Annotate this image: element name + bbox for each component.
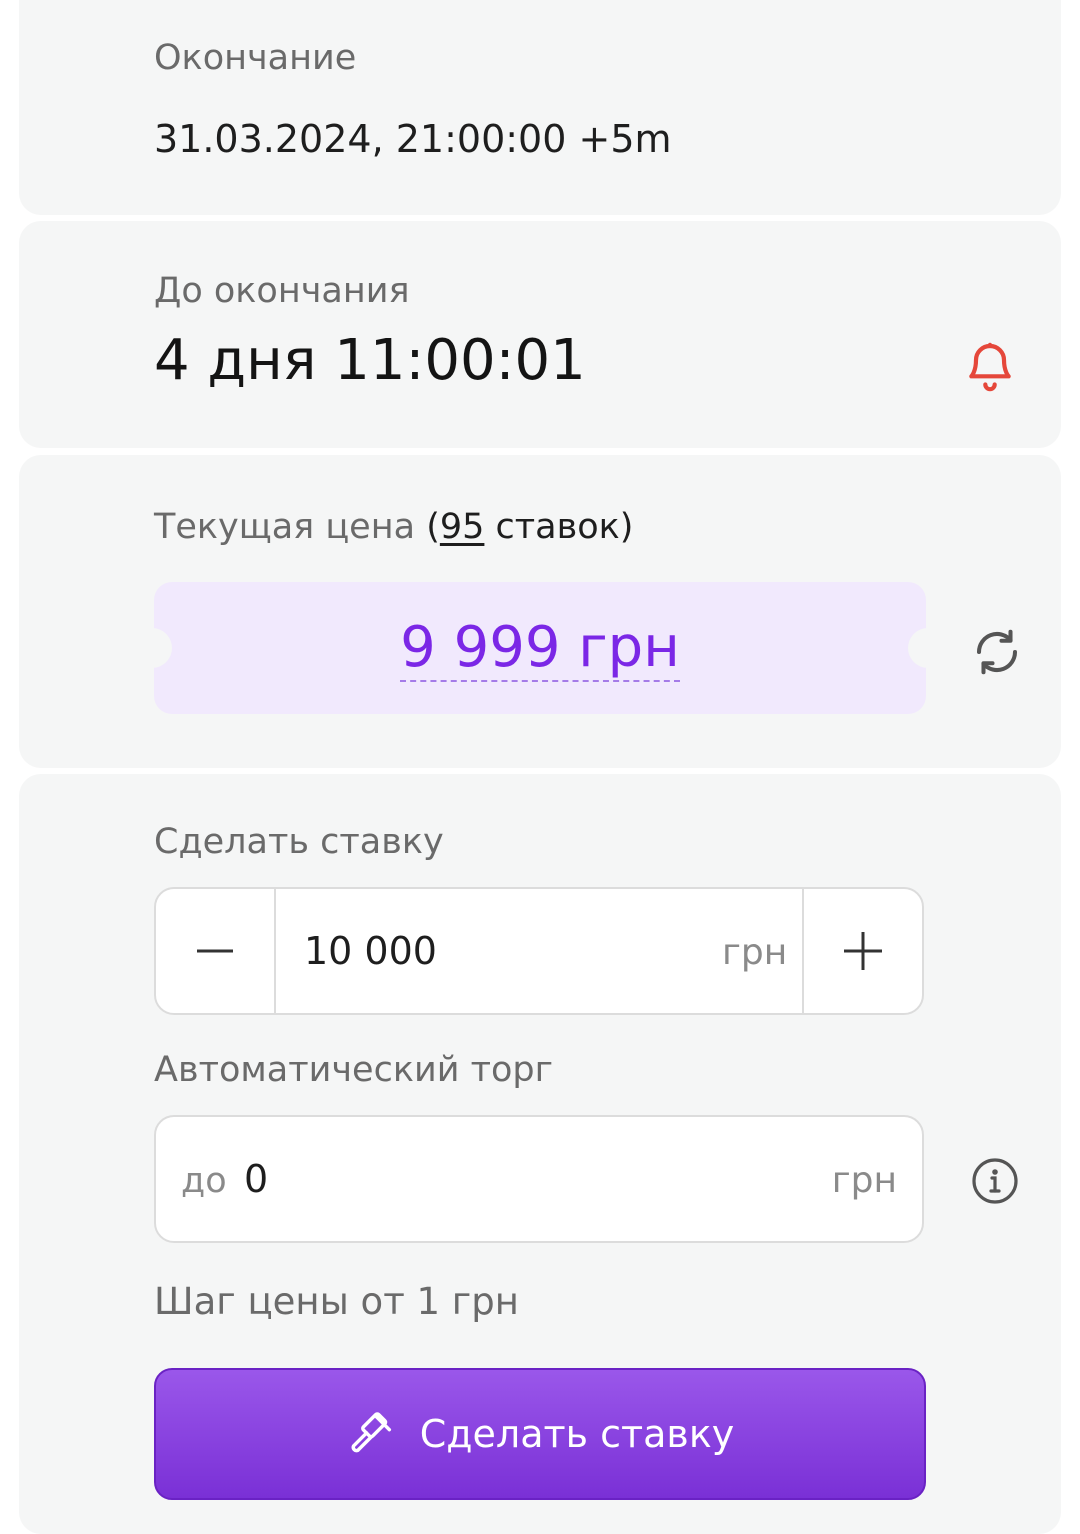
auto-bid-input[interactable]: 0 [244, 1157, 268, 1201]
current-price-card: Текущая цена (95 ставок) 9 999 грн [19, 455, 1061, 768]
bell-icon[interactable] [962, 339, 1018, 395]
end-time-value: 31.03.2024, 21:00:00 +5m [154, 117, 672, 161]
bid-card: Сделать ставку 10 000 грн Автоматический… [19, 774, 1061, 1534]
auto-bid-prefix: до [181, 1161, 227, 1201]
auto-bid-field[interactable]: до 0 грн [154, 1115, 924, 1243]
bids-suffix: ставок) [484, 507, 634, 547]
refresh-icon[interactable] [970, 625, 1024, 679]
bid-amount-unit: грн [722, 932, 788, 973]
auto-bid-label: Автоматический торг [154, 1050, 553, 1090]
bids-count: 95 [439, 507, 485, 547]
auto-bid-unit: грн [831, 1160, 897, 1201]
current-price-title: Текущая цена [154, 507, 416, 547]
end-time-label: Окончание [154, 38, 357, 78]
current-price-label: Текущая цена (95 ставок) [154, 507, 633, 547]
minus-icon [197, 949, 233, 953]
decrement-button[interactable] [156, 889, 276, 1013]
bids-count-link[interactable]: (95 ставок) [426, 507, 633, 547]
current-price-value[interactable]: 9 999 грн [154, 615, 926, 682]
bid-amount-input[interactable]: 10 000 [304, 929, 437, 973]
bids-open-paren: ( [426, 507, 440, 547]
increment-button[interactable] [802, 889, 922, 1013]
price-ticket: 9 999 грн [132, 582, 948, 714]
gavel-icon [351, 1412, 391, 1453]
info-icon[interactable] [971, 1157, 1019, 1205]
bid-amount-stepper: 10 000 грн [154, 887, 924, 1015]
countdown-card: До окончания 4 дня 11:00:01 [19, 221, 1061, 448]
countdown-label: До окончания [154, 271, 410, 311]
price-step-text: Шаг цены от 1 грн [154, 1280, 519, 1323]
end-time-card: Окончание 31.03.2024, 21:00:00 +5m [19, 0, 1061, 215]
bid-label: Сделать ставку [154, 822, 444, 862]
countdown-timer: 4 дня 11:00:01 [154, 328, 586, 393]
current-price-amount: 9 999 грн [400, 615, 680, 682]
make-bid-button[interactable]: Сделать ставку [154, 1368, 926, 1500]
make-bid-label: Сделать ставку [419, 1412, 735, 1456]
plus-icon [844, 932, 882, 970]
